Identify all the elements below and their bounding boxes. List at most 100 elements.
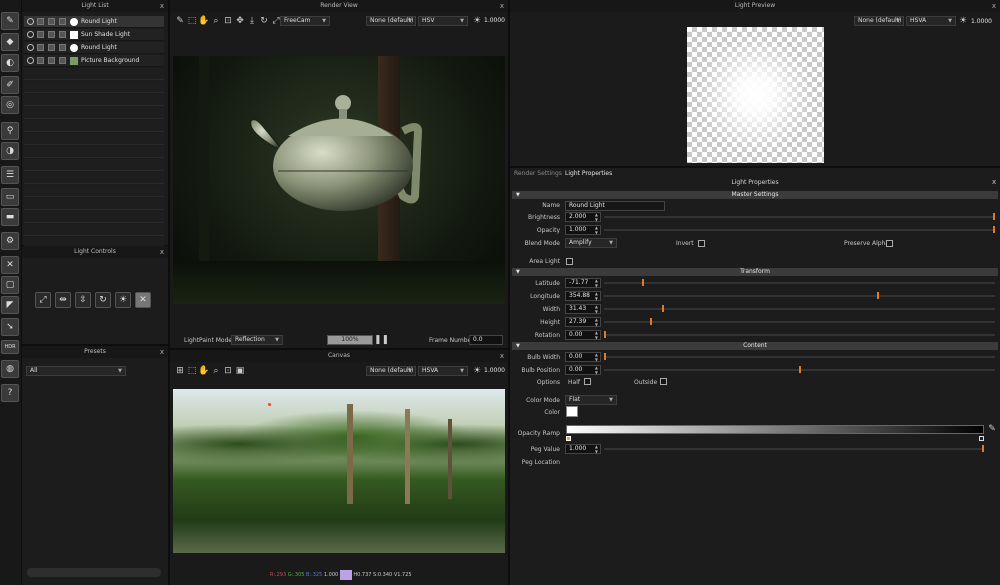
spinner-icon[interactable]: ▲ ▼ — [595, 365, 598, 375]
link-icon[interactable] — [59, 44, 66, 51]
bulb-position-slider[interactable] — [604, 366, 995, 373]
help-button[interactable]: ? — [1, 384, 19, 402]
slider-thumb[interactable] — [798, 366, 801, 373]
close-tool-icon[interactable]: ✕ — [1, 256, 19, 274]
target-tool-icon[interactable]: ◎ — [1, 96, 19, 114]
hand-icon[interactable]: ✋ — [198, 15, 210, 27]
slider-thumb[interactable] — [604, 353, 606, 360]
rotation-field[interactable]: 0.00 ▲ ▼ — [565, 330, 601, 340]
light-list-row[interactable]: Picture Background — [24, 55, 164, 67]
peg-value-field[interactable]: 1.000 ▲ ▼ — [565, 444, 601, 454]
ramp-peg-right[interactable] — [979, 436, 984, 441]
lines-tool-icon[interactable]: ☰ — [1, 166, 19, 184]
slider-thumb[interactable] — [642, 279, 645, 286]
spinner-icon[interactable]: ▲ ▼ — [595, 291, 598, 301]
height-slider[interactable] — [604, 318, 995, 325]
shape-tool-icon[interactable]: ◤ — [1, 296, 19, 314]
half-tool-icon[interactable]: ◑ — [1, 142, 19, 160]
light-brightness-icon[interactable]: ☀ — [115, 292, 131, 308]
solo-icon[interactable] — [48, 31, 55, 38]
bulb-width-field[interactable]: 0.00 ▲ ▼ — [565, 352, 601, 362]
solo-icon[interactable] — [48, 18, 55, 25]
spinner-icon[interactable]: ▲ ▼ — [595, 278, 598, 288]
longitude-slider[interactable] — [604, 292, 995, 299]
settings-gear-icon[interactable]: ⚙ — [1, 232, 19, 250]
frame-icon[interactable]: ▣ — [234, 365, 246, 377]
canvas-panorama[interactable] — [173, 389, 505, 553]
lock-icon[interactable] — [37, 18, 44, 25]
invert-checkbox[interactable] — [698, 240, 705, 247]
color-swatch[interactable] — [566, 406, 578, 417]
close-icon[interactable]: x — [160, 246, 164, 258]
light-list-row[interactable]: Round Light — [24, 42, 164, 54]
light-list-row[interactable]: Round Light — [24, 16, 164, 28]
tab-light-properties[interactable]: Light Properties — [565, 170, 612, 177]
spinner-icon[interactable]: ▲ ▼ — [595, 225, 598, 235]
brightness-field[interactable]: 2.000 ▲ ▼ — [565, 212, 601, 222]
latitude-slider[interactable] — [604, 279, 995, 286]
preview-colorspace-select[interactable]: HSVA ▼ — [906, 16, 956, 26]
close-icon[interactable]: x — [992, 0, 996, 12]
color-mode-select[interactable]: Flat ▼ — [565, 395, 617, 405]
preserve-alpha-checkbox[interactable] — [886, 240, 893, 247]
render-colorspace-select[interactable]: HSV ▼ — [418, 16, 468, 26]
opacity-slider[interactable] — [604, 226, 995, 233]
lightpaint-mode-select[interactable]: Reflection ▼ — [231, 335, 283, 345]
fit-icon[interactable]: ⊡ — [222, 15, 234, 27]
zoom-icon[interactable]: ⌕ — [210, 365, 222, 377]
canvas-colorspace-select[interactable]: HSVA ▼ — [418, 366, 468, 376]
blend-mode-select[interactable]: Amplify ▼ — [565, 238, 617, 248]
slider-thumb[interactable] — [661, 305, 664, 312]
visibility-eye-icon[interactable] — [27, 31, 34, 38]
move-icon[interactable]: ✥ — [234, 15, 246, 27]
zoom-icon[interactable]: ⌕ — [210, 15, 222, 27]
bulb-position-field[interactable]: 0.00 ▲ ▼ — [565, 365, 601, 375]
light-off-icon[interactable]: ✕ — [135, 292, 151, 308]
download-icon[interactable]: ⤓ — [246, 15, 258, 27]
width-slider[interactable] — [604, 305, 995, 312]
ramp-peg-left[interactable] — [566, 436, 571, 441]
lock-icon[interactable] — [37, 57, 44, 64]
grid-icon[interactable]: ⊞ — [174, 365, 186, 377]
area-light-checkbox[interactable] — [566, 258, 573, 265]
canvas-exposure-value[interactable]: 1.0000 — [484, 367, 505, 374]
exposure-icon[interactable]: ☀ — [471, 15, 483, 27]
spinner-icon[interactable]: ▲ ▼ — [595, 317, 598, 327]
close-icon[interactable]: x — [500, 350, 504, 362]
tab-render-settings[interactable]: Render Settings — [514, 170, 562, 177]
camera-select[interactable]: FreeCam ▼ — [280, 16, 330, 26]
render-viewport[interactable] — [173, 56, 505, 304]
link-icon[interactable] — [59, 57, 66, 64]
master-settings-header[interactable]: ▼ Master Settings — [512, 191, 998, 199]
close-icon[interactable]: x — [992, 178, 996, 186]
hand-icon[interactable]: ✋ — [198, 365, 210, 377]
longitude-field[interactable]: 354.88 ▲ ▼ — [565, 291, 601, 301]
preview-exposure-value[interactable]: 1.0000 — [971, 18, 992, 25]
select-icon[interactable]: ⬚ — [186, 365, 198, 377]
arrow-tool-icon[interactable]: ➘ — [1, 318, 19, 336]
spinner-icon[interactable]: ▲ ▼ — [595, 444, 598, 454]
strip-tool-icon[interactable]: ▬ — [1, 208, 19, 226]
slider-thumb[interactable] — [876, 292, 879, 299]
globe-tool-icon[interactable]: ◍ — [1, 360, 19, 378]
opacity-field[interactable]: 1.000 ▲ ▼ — [565, 225, 601, 235]
height-field[interactable]: 27.39 ▲ ▼ — [565, 317, 601, 327]
link-icon[interactable] — [59, 18, 66, 25]
slider-thumb[interactable] — [993, 226, 995, 233]
half-checkbox[interactable] — [584, 378, 591, 385]
select-icon[interactable]: ⬚ — [186, 15, 198, 27]
spinner-icon[interactable]: ▲ ▼ — [595, 352, 598, 362]
close-icon[interactable]: x — [160, 346, 164, 358]
presets-scrollbar[interactable] — [27, 568, 161, 577]
eraser-tool-icon[interactable]: ◆ — [1, 33, 19, 51]
outside-checkbox[interactable] — [660, 378, 667, 385]
latitude-field[interactable]: -71.77 ▲ ▼ — [565, 278, 601, 288]
lock-icon[interactable] — [37, 31, 44, 38]
exposure-icon[interactable]: ☀ — [957, 15, 969, 27]
square-tool-icon[interactable]: ▢ — [1, 276, 19, 294]
ramp-edit-pen-icon[interactable]: ✎ — [986, 423, 998, 435]
visibility-eye-icon[interactable] — [27, 44, 34, 51]
spinner-icon[interactable]: ▲ ▼ — [595, 212, 598, 222]
slider-thumb[interactable] — [982, 445, 984, 452]
render-profile-select[interactable]: None (default) ▼ — [366, 16, 416, 26]
